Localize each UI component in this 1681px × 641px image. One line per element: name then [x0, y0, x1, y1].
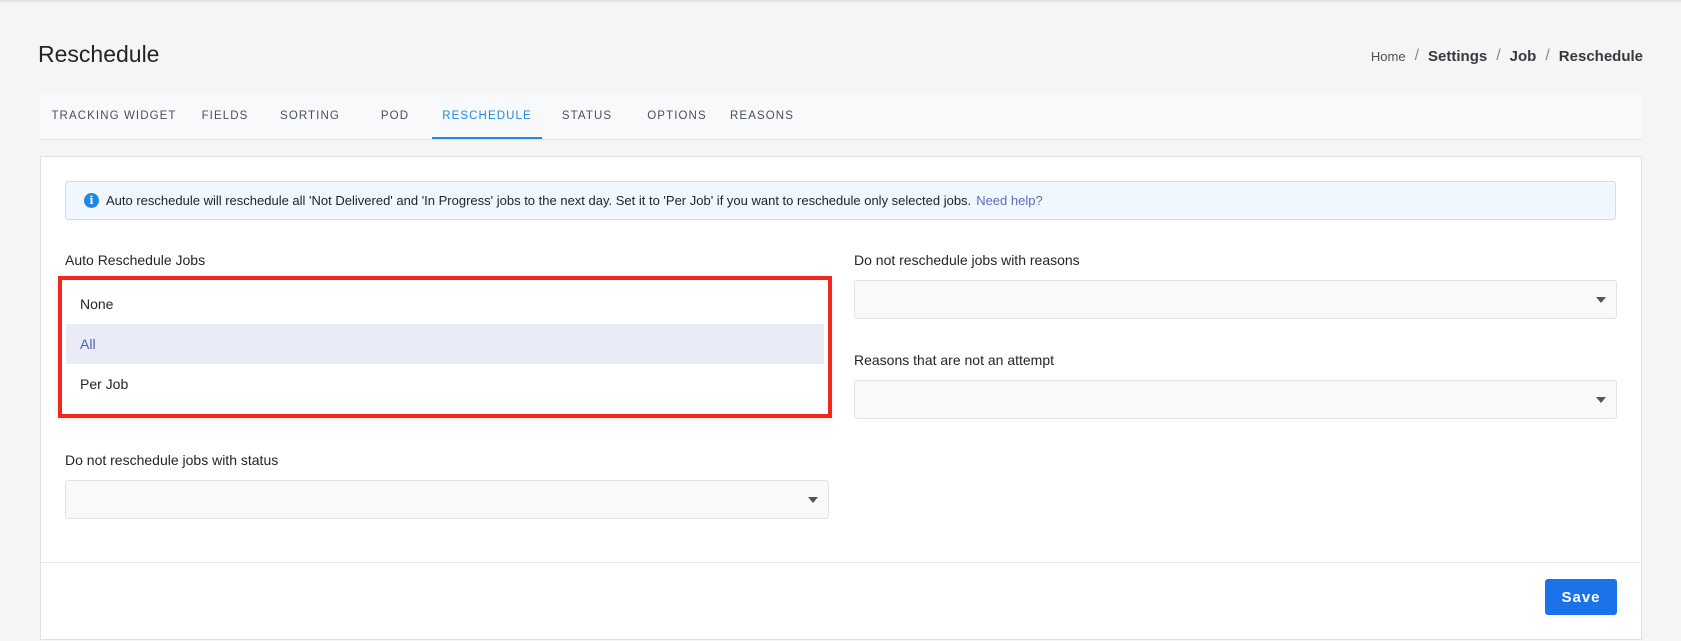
- option-all[interactable]: All: [66, 324, 824, 364]
- tab-options[interactable]: OPTIONS: [632, 94, 722, 139]
- breadcrumb-home-link[interactable]: Home: [1371, 49, 1406, 64]
- need-help-link[interactable]: Need help?: [976, 193, 1043, 208]
- breadcrumb: Home / Settings / Job / Reschedule: [1371, 47, 1643, 65]
- tab-reasons[interactable]: REASONS: [722, 94, 802, 139]
- auto-reschedule-dropdown: None All Per Job: [58, 276, 832, 418]
- not-attempt-reasons-label: Reasons that are not an attempt: [854, 352, 1055, 368]
- breadcrumb-current: Reschedule: [1558, 47, 1643, 65]
- tab-tracking-widget[interactable]: TRACKING WIDGET: [40, 94, 188, 139]
- no-reschedule-reasons-label: Do not reschedule jobs with reasons: [854, 252, 1080, 268]
- tab-status[interactable]: STATUS: [542, 94, 632, 139]
- card-footer-divider: [41, 562, 1641, 563]
- info-text: Auto reschedule will reschedule all 'Not…: [106, 193, 972, 208]
- option-per-job[interactable]: Per Job: [66, 364, 824, 404]
- caret-down-icon: [1596, 397, 1606, 403]
- breadcrumb-separator: /: [1545, 47, 1550, 64]
- tab-sorting[interactable]: SORTING: [262, 94, 358, 139]
- breadcrumb-separator: /: [1496, 47, 1501, 64]
- save-button[interactable]: Save: [1545, 579, 1617, 615]
- no-reschedule-status-label: Do not reschedule jobs with status: [65, 452, 279, 468]
- top-border: [0, 0, 1681, 2]
- caret-down-icon: [808, 497, 818, 503]
- caret-down-icon: [1596, 297, 1606, 303]
- tab-pod[interactable]: POD: [358, 94, 432, 139]
- info-icon: i: [84, 193, 99, 208]
- breadcrumb-job-link[interactable]: Job: [1510, 48, 1537, 65]
- tab-reschedule[interactable]: RESCHEDULE: [432, 94, 542, 139]
- breadcrumb-settings-link[interactable]: Settings: [1428, 48, 1487, 65]
- option-none[interactable]: None: [66, 284, 824, 324]
- not-attempt-reasons-select[interactable]: [854, 380, 1617, 419]
- settings-tabs: TRACKING WIDGET FIELDS SORTING POD RESCH…: [40, 94, 1642, 140]
- tab-fields[interactable]: FIELDS: [188, 94, 262, 139]
- auto-reschedule-label: Auto Reschedule Jobs: [65, 252, 206, 268]
- breadcrumb-separator: /: [1414, 47, 1420, 64]
- page-title: Reschedule: [38, 41, 160, 67]
- no-reschedule-status-select[interactable]: [65, 480, 829, 519]
- info-alert: i Auto reschedule will reschedule all 'N…: [65, 181, 1616, 220]
- no-reschedule-reasons-select[interactable]: [854, 280, 1617, 319]
